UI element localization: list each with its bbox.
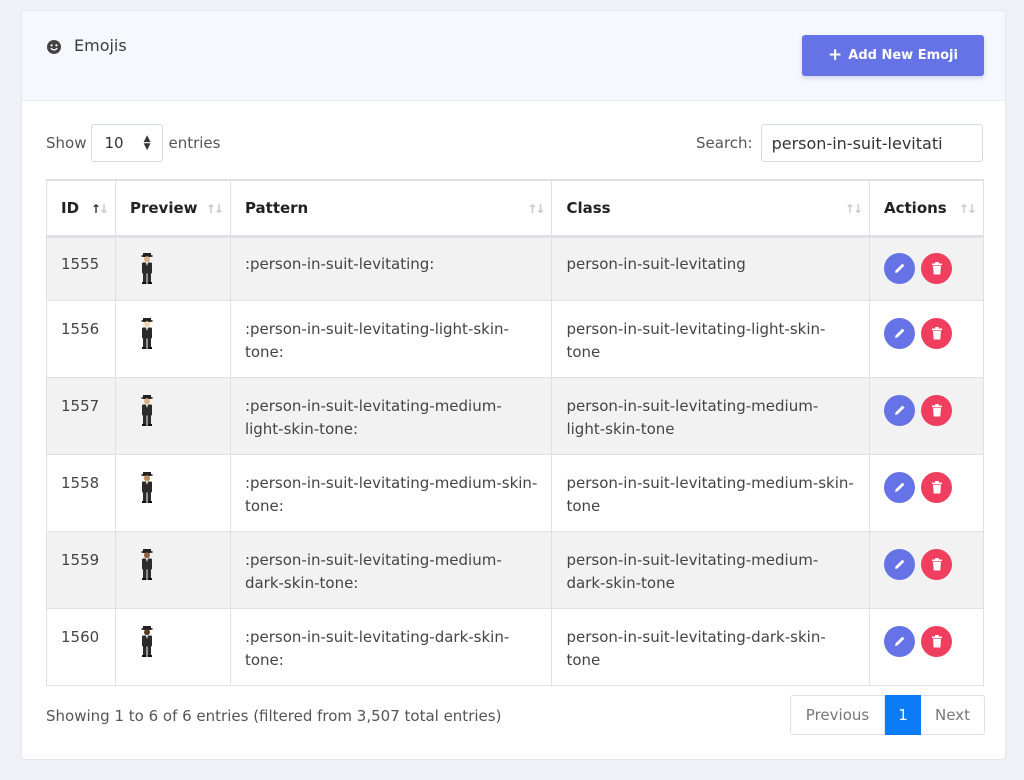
pagination: Previous 1 Next [790,695,985,735]
add-new-emoji-label: Add New Emoji [848,48,958,63]
sort-icon: ↑↓ [844,202,863,216]
column-header-preview[interactable]: Preview ↑↓ [114,179,231,238]
cell-preview [114,453,231,532]
cell-preview [114,607,231,686]
page-length-select[interactable]: 10 ▲ ▼ [91,124,164,162]
cell-actions [869,235,984,301]
next-page-button[interactable]: Next [921,695,985,735]
page-length-control: Show 10 ▲ ▼ entries [46,124,220,162]
edit-button[interactable] [884,252,915,284]
smile-icon [47,40,61,54]
cell-actions [869,299,984,378]
cell-pattern: :person-in-suit-levitating-dark-skin-ton… [229,607,553,686]
emoji-table: ID ↑↓ Preview ↑↓ Pattern ↑↓ Class ↑↓ Act… [46,179,984,686]
person-in-suit-levitating-icon [140,252,153,284]
page-length-value: 10 [104,134,124,152]
search-control: Search: [696,124,983,162]
cell-class: person-in-suit-levitating-medium-dark-sk… [551,530,870,609]
delete-button[interactable] [921,548,952,580]
cell-id: 1560 [46,607,116,686]
sort-icon: ↑↓ [527,202,545,216]
pencil-icon [894,559,904,569]
table-row: 1560 :person-in-suit-levitating-dark-ski… [46,607,984,686]
cell-pattern: :person-in-suit-levitating-medium-skin-t… [229,453,553,532]
delete-button[interactable] [921,471,952,503]
column-header-id[interactable]: ID ↑↓ [46,179,116,238]
pencil-icon [894,328,904,338]
entries-label: entries [168,134,221,152]
table-row: 1558 :person-in-suit-levitating-medium-s… [46,453,984,532]
person-in-suit-levitating-icon [140,394,153,426]
trash-icon [931,634,942,647]
person-in-suit-levitating-icon [140,471,153,503]
add-new-emoji-button[interactable]: + Add New Emoji [802,35,984,76]
table-row: 1559 :person-in-suit-levitating-medium-d… [46,530,984,609]
trash-icon [931,261,942,274]
edit-button[interactable] [884,394,915,426]
cell-actions [869,453,984,532]
pencil-icon [894,263,904,273]
cell-actions [869,607,984,686]
column-header-actions[interactable]: Actions ↑↓ [869,179,984,238]
cell-preview [114,376,231,455]
cell-preview [114,530,231,609]
person-in-suit-levitating-icon [140,548,153,580]
sort-asc-icon: ↑↓ [90,202,109,216]
cell-id: 1558 [46,453,116,532]
cell-class: person-in-suit-levitating-medium-light-s… [551,376,870,455]
trash-icon [931,557,942,570]
trash-icon [931,326,942,339]
table-header-row: ID ↑↓ Preview ↑↓ Pattern ↑↓ Class ↑↓ Act… [46,179,984,238]
pencil-icon [894,482,904,492]
trash-icon [931,480,942,493]
cell-actions [869,376,984,455]
table-row: 1556 :person-in-suit-levitating-light-sk… [46,299,984,378]
cell-pattern: :person-in-suit-levitating-medium-light-… [229,376,553,455]
edit-button[interactable] [884,471,915,503]
search-label: Search: [696,134,753,152]
cell-id: 1556 [46,299,116,378]
cell-preview [114,299,231,378]
delete-button[interactable] [921,252,952,284]
page-1-button[interactable]: 1 [885,695,921,735]
delete-button[interactable] [921,317,952,349]
cell-class: person-in-suit-levitating [551,235,870,301]
cell-actions [869,530,984,609]
trash-icon [931,403,942,416]
delete-button[interactable] [921,394,952,426]
pencil-icon [894,636,904,646]
cell-pattern: :person-in-suit-levitating-medium-dark-s… [229,530,553,609]
column-header-class[interactable]: Class ↑↓ [551,179,870,238]
cell-class: person-in-suit-levitating-light-skin-ton… [551,299,870,378]
cell-pattern: :person-in-suit-levitating: [229,235,553,301]
page-title: Emojis [74,36,127,55]
pencil-icon [894,405,904,415]
cell-class: person-in-suit-levitating-dark-skin-tone [551,607,870,686]
sort-caret-icon: ▲ ▼ [143,134,151,152]
cell-id: 1559 [46,530,116,609]
cell-class: person-in-suit-levitating-medium-skin-to… [551,453,870,532]
cell-id: 1557 [46,376,116,455]
table-row: 1557 :person-in-suit-levitating-medium-l… [46,376,984,455]
person-in-suit-levitating-icon [140,625,153,657]
cell-preview [114,235,231,301]
cell-id: 1555 [46,235,116,301]
previous-page-button[interactable]: Previous [790,695,885,735]
delete-button[interactable] [921,625,952,657]
edit-button[interactable] [884,548,915,580]
sort-icon: ↑↓ [205,202,224,216]
plus-icon: + [828,45,843,65]
table-row: 1555 :person-in-suit-levitating: person-… [46,235,984,301]
column-header-pattern[interactable]: Pattern ↑↓ [229,179,553,238]
edit-button[interactable] [884,317,915,349]
edit-button[interactable] [884,625,915,657]
card-header: Emojis + Add New Emoji [22,11,1005,101]
show-label: Show [46,134,87,152]
person-in-suit-levitating-icon [140,317,153,349]
search-input[interactable] [760,124,983,162]
sort-icon: ↑↓ [958,202,977,216]
emojis-card: Emojis + Add New Emoji Show 10 ▲ ▼ entrie… [21,10,1006,760]
table-info: Showing 1 to 6 of 6 entries (filtered fr… [46,707,502,725]
cell-pattern: :person-in-suit-levitating-light-skin-to… [229,299,553,378]
